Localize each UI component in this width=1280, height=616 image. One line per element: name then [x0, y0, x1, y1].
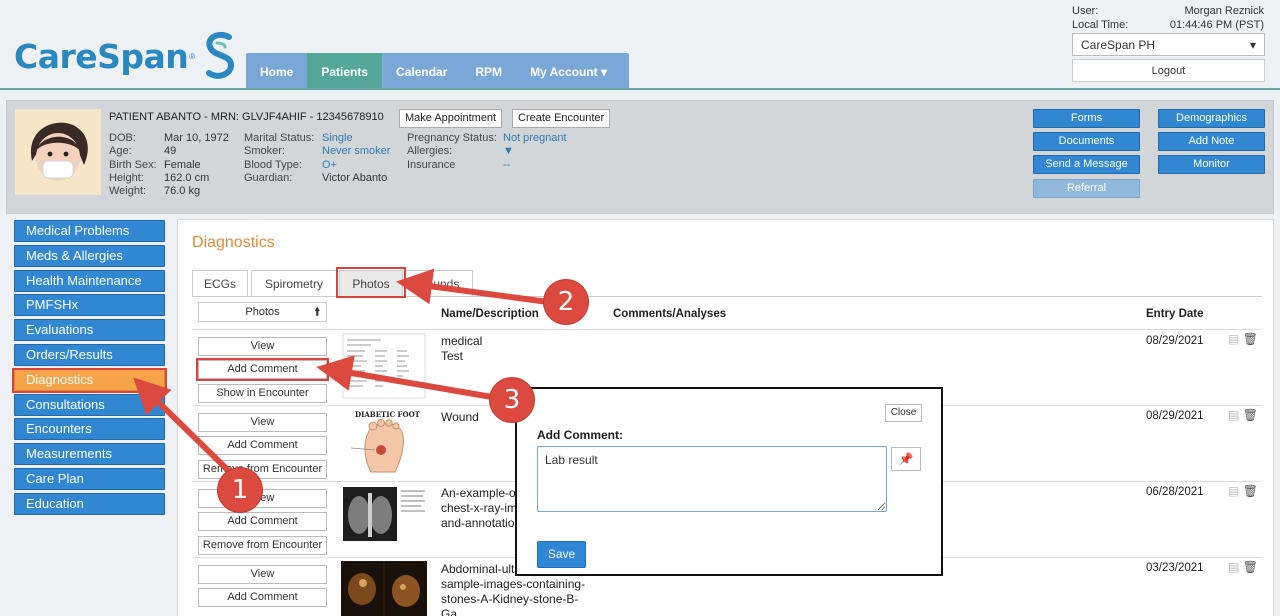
- callout-badge-3: 3: [490, 378, 534, 422]
- annotation-arrows: [133, 268, 549, 481]
- arrow-1: [133, 377, 239, 481]
- arrow-2: [396, 268, 549, 305]
- arrow-3: [316, 355, 493, 400]
- callout-badge-2: 2: [544, 280, 588, 324]
- callout-badge-1: 1: [218, 468, 262, 512]
